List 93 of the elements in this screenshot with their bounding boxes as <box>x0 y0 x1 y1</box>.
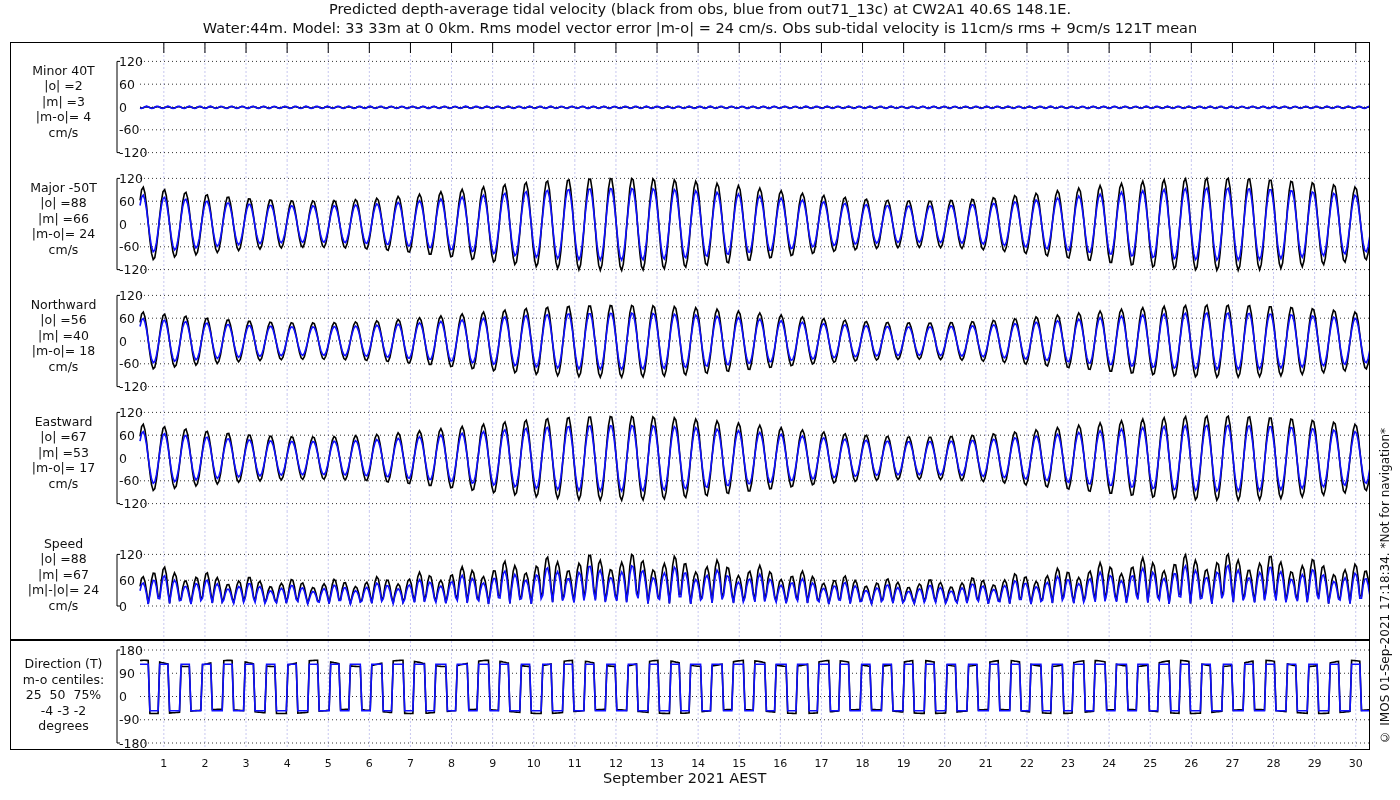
y-tick-label: -60 <box>119 239 140 255</box>
x-tick-label: 27 <box>1225 757 1240 770</box>
x-tick-label: 22 <box>1019 757 1034 770</box>
y-tick-label: 60 <box>119 427 135 443</box>
x-tick-label: 2 <box>201 757 209 770</box>
y-tick-label: 60 <box>119 76 135 92</box>
copyright-note: © IMOS 01-Sep-2021 17:18:34. *Not for navigation* <box>1378 428 1392 744</box>
x-tick-label: 11 <box>567 757 582 770</box>
panel-label: |m-o|= 4 <box>35 109 92 125</box>
y-tick-label: -90 <box>119 712 140 728</box>
y-tick-label: -180 <box>119 735 148 749</box>
panel-label: Direction (T) <box>24 656 103 672</box>
y-tick-label: -120 <box>119 145 148 160</box>
x-tick-label: 14 <box>691 757 706 770</box>
y-tick-label: 0 <box>119 598 127 614</box>
panel-label: Northward <box>30 296 97 313</box>
panel-label: cm/s <box>48 475 79 492</box>
chart-title: Predicted depth-average tidal velocity (black from obs, blue from out71_13c) at CW2A1 40.6S 148.1E. <box>328 0 1072 19</box>
x-tick-label: 3 <box>242 757 250 770</box>
x-tick-label: 17 <box>814 757 829 770</box>
chart-title: Water:44m. Model: 33 33m at 0 0km. Rms model vector error |m-o| = 24 cm/s. Obs sub-tidal velocity is 11cm/s rms + 9cm/s 121T mean <box>202 19 1198 38</box>
y-tick-label: 60 <box>119 310 135 326</box>
panel-label: cm/s <box>48 241 79 258</box>
x-tick-label: 4 <box>283 757 291 770</box>
y-tick-label: 120 <box>119 404 143 420</box>
panel-label: |m| =3 <box>42 93 85 110</box>
x-tick-label: 9 <box>489 757 497 770</box>
y-tick-label: -120 <box>119 262 148 277</box>
y-tick-label: 60 <box>119 572 135 588</box>
y-tick-label: 120 <box>119 53 143 69</box>
x-tick-label: 30 <box>1348 757 1363 770</box>
x-tick-label: 25 <box>1143 757 1158 770</box>
y-tick-label: 120 <box>119 170 143 186</box>
y-tick-label: 0 <box>119 333 127 349</box>
x-tick-label: 23 <box>1061 757 1076 770</box>
panel-label: |o| =67 <box>40 429 87 445</box>
x-tick-label: 1 <box>160 757 168 770</box>
x-tick-label: 28 <box>1266 757 1281 770</box>
panel-label: Speed <box>43 535 84 552</box>
panel-label: |m| =66 <box>38 210 89 227</box>
x-tick-label: 16 <box>773 757 788 770</box>
y-tick-label: 120 <box>119 287 143 303</box>
panel-label: |m| =53 <box>38 444 89 461</box>
panel-label: |m| =67 <box>38 566 89 583</box>
x-tick-label: 20 <box>937 757 952 770</box>
x-tick-label: 7 <box>406 757 414 770</box>
panel-label: |m-o|= 17 <box>31 460 96 476</box>
y-tick-label: -120 <box>119 379 148 394</box>
x-tick-label: 18 <box>855 757 870 770</box>
y-tick-label: 0 <box>119 450 127 466</box>
x-tick-label: 19 <box>896 757 911 770</box>
panel-label: |o| =56 <box>40 312 87 328</box>
x-tick-label: 10 <box>526 757 541 770</box>
x-tick-label: 13 <box>650 757 665 770</box>
y-tick-label: -60 <box>119 122 140 138</box>
panel-label: |o| =88 <box>40 551 87 567</box>
panel-label: |o| =2 <box>44 78 83 94</box>
x-tick-label: 24 <box>1102 757 1117 770</box>
panel-label: |m| =40 <box>38 327 89 344</box>
y-tick-label: 0 <box>119 99 127 115</box>
panel-label: 25 50 75% <box>25 687 102 703</box>
panel-label: Eastward <box>34 413 93 430</box>
panel-label: cm/s <box>48 597 79 614</box>
panel-label: cm/s <box>48 124 79 141</box>
panel-label: -4 -3 -2 <box>40 702 87 719</box>
y-tick-label: -60 <box>119 473 140 489</box>
panel-label: |o| =88 <box>40 195 87 211</box>
x-tick-label: 21 <box>978 757 993 770</box>
x-tick-label: 12 <box>608 757 623 770</box>
y-tick-label: -120 <box>119 496 148 511</box>
panel-label: |m|-|o|= 24 <box>27 582 100 598</box>
x-axis-title: September 2021 AEST <box>603 770 767 786</box>
panel-label: m-o centiles: <box>22 671 105 688</box>
panel-label: |m-o|= 18 <box>31 343 96 359</box>
x-tick-label: 8 <box>448 757 456 770</box>
y-tick-label: 60 <box>119 193 135 209</box>
panel-label: degrees <box>38 718 89 734</box>
panel-label: cm/s <box>48 358 79 375</box>
y-axis-line <box>116 553 121 607</box>
y-tick-label: 0 <box>119 689 127 704</box>
y-tick-label: 90 <box>119 665 135 681</box>
panel-label: Major -50T <box>30 179 97 196</box>
x-tick-label: 29 <box>1307 757 1322 770</box>
x-tick-label: 26 <box>1184 757 1199 770</box>
panel-label: Minor 40T <box>32 62 95 79</box>
x-tick-label: 6 <box>365 757 373 770</box>
y-tick-label: -60 <box>119 356 140 372</box>
y-tick-label: 120 <box>119 546 143 562</box>
x-tick-label: 5 <box>324 757 332 770</box>
y-tick-label: 0 <box>119 216 127 232</box>
panel-label: |m-o|= 24 <box>31 226 96 242</box>
x-tick-label: 15 <box>732 757 747 770</box>
y-tick-label: 180 <box>119 642 143 658</box>
